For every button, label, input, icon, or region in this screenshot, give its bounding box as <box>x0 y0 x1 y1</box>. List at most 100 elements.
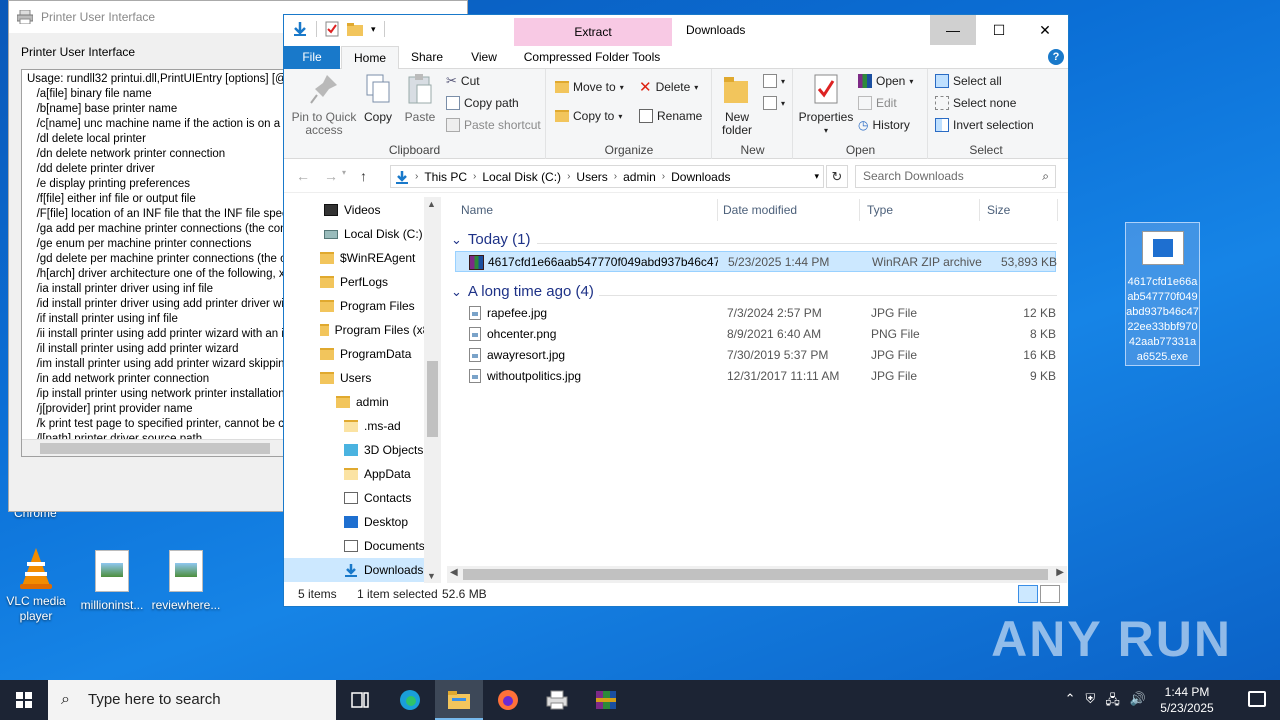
tab-view[interactable]: View <box>456 46 512 69</box>
tab-share[interactable]: Share <box>402 46 452 69</box>
downloads-arrow-icon[interactable] <box>292 21 308 37</box>
new-folder-icon[interactable] <box>347 22 363 36</box>
network-icon[interactable]: 🖧 <box>1105 691 1120 713</box>
back-arrow-icon[interactable]: ← <box>296 168 310 184</box>
column-header-size[interactable]: Size <box>987 197 1010 223</box>
file-row[interactable]: awayresort.jpg 7/30/2019 5:37 PM JPG File 1… <box>455 345 1056 366</box>
close-button[interactable]: ✕ <box>1022 15 1068 45</box>
scroll-left-icon[interactable]: ◀ <box>450 567 458 578</box>
breadcrumb-downloads[interactable]: Downloads <box>671 170 730 184</box>
nav-item[interactable]: Users <box>284 366 440 390</box>
address-bar[interactable]: › This PC › Local Disk (C:) › Users › admin… <box>390 165 824 188</box>
tab-compressed-folder-tools[interactable]: Compressed Folder Tools <box>516 46 668 69</box>
notification-center-icon[interactable] <box>1248 691 1266 707</box>
nav-item[interactable]: admin <box>284 390 440 414</box>
select-none-button[interactable]: Select none <box>935 93 1016 113</box>
breadcrumb-this-pc[interactable]: This PC <box>424 170 467 184</box>
paste-shortcut-button[interactable]: Paste shortcut <box>446 115 541 135</box>
desktop-icon-vlc[interactable]: VLC media player <box>0 546 72 624</box>
file-row[interactable]: 4617cfd1e66aab547770f049abd937b46c4722ee… <box>455 251 1057 272</box>
nav-item[interactable]: AppData <box>284 462 440 486</box>
select-all-button[interactable]: Select all <box>935 71 1002 91</box>
nav-item[interactable]: Contacts <box>284 486 440 510</box>
firefox-taskbar-button[interactable] <box>484 680 532 720</box>
rename-button[interactable]: Rename <box>639 106 702 126</box>
column-header-name[interactable]: Name <box>461 197 493 223</box>
horizontal-scrollbar[interactable] <box>22 439 320 456</box>
show-hidden-icons-icon[interactable]: ⌃ <box>1065 691 1076 713</box>
pin-quick-access-button[interactable]: Pin to Quick access <box>288 73 360 137</box>
desktop-icon-reviewhere[interactable]: reviewhere... <box>150 550 222 613</box>
nav-item[interactable]: Downloads <box>284 558 440 582</box>
winrar-taskbar-button[interactable] <box>582 680 630 720</box>
breadcrumb-users[interactable]: Users <box>576 170 607 184</box>
content-horizontal-scrollbar[interactable]: ◀ ▶ <box>447 566 1067 583</box>
minimize-button[interactable]: — <box>930 15 976 45</box>
nav-item[interactable]: Program Files <box>284 294 440 318</box>
new-item-button[interactable]: ▾ <box>763 71 785 91</box>
forward-arrow-icon[interactable]: → <box>324 168 338 184</box>
nav-item[interactable]: ProgramData <box>284 342 440 366</box>
clock[interactable]: 1:44 PM 5/23/2025 <box>1152 684 1222 716</box>
properties-icon[interactable] <box>325 21 339 37</box>
history-button[interactable]: ◷ History <box>858 115 910 135</box>
collapse-chevron-icon[interactable]: ⌄ <box>451 232 462 248</box>
nav-item[interactable]: Program Files (x86) <box>284 318 440 342</box>
up-arrow-icon[interactable]: ↑ <box>360 168 367 184</box>
taskbar-search-input[interactable]: ⌕ Type here to search <box>48 680 336 720</box>
delete-button[interactable]: ✕ Delete ▾ <box>639 77 698 97</box>
new-folder-button[interactable]: New folder <box>717 73 757 137</box>
help-icon[interactable]: ? <box>1048 49 1064 65</box>
copy-to-button[interactable]: Copy to ▾ <box>555 106 622 126</box>
properties-button[interactable]: Properties ▾ <box>798 73 854 137</box>
recent-locations-icon[interactable]: ▾ <box>342 168 346 184</box>
breadcrumb-local-disk[interactable]: Local Disk (C:) <box>482 170 561 184</box>
invert-selection-button[interactable]: Invert selection <box>935 115 1034 135</box>
nav-item[interactable]: .ms-ad <box>284 414 440 438</box>
file-row[interactable]: ohcenter.png 8/9/2021 6:40 AM PNG File 8 KB <box>455 324 1056 345</box>
column-header-date[interactable]: Date modified <box>723 197 797 223</box>
file-explorer-taskbar-button[interactable] <box>435 680 483 720</box>
file-row[interactable]: rapefee.jpg 7/3/2024 2:57 PM JPG File 12 KB <box>455 303 1056 324</box>
nav-vertical-scrollbar[interactable]: ▲ ▼ <box>424 197 441 583</box>
details-view-icon[interactable] <box>1018 585 1038 603</box>
usage-textbox[interactable]: Usage: rundll32 printui.dll,PrintUIEntry… <box>21 69 321 457</box>
group-header[interactable]: ⌄ A long time ago (4) <box>451 283 594 300</box>
defender-icon[interactable]: ⛨ <box>1086 691 1096 713</box>
desktop-icon-millioninst[interactable]: millioninst... <box>76 550 148 613</box>
maximize-button[interactable]: ☐ <box>976 15 1022 45</box>
nav-item[interactable]: Documents <box>284 534 440 558</box>
open-button[interactable]: Open ▾ <box>858 71 913 91</box>
scroll-down-icon[interactable]: ▼ <box>427 571 436 581</box>
scrollbar-thumb[interactable] <box>427 361 438 437</box>
cut-button[interactable]: ✂ Cut <box>446 71 480 91</box>
move-to-button[interactable]: Move to ▾ <box>555 77 624 97</box>
desktop-icon-selected-exe[interactable]: 4617cfd1e66aab547770f049abd937b46c4722ee… <box>1125 222 1200 366</box>
printer-taskbar-button[interactable] <box>533 680 581 720</box>
address-dropdown-icon[interactable]: ▾ <box>814 171 819 182</box>
nav-item[interactable]: Videos <box>284 198 440 222</box>
customize-qat-icon[interactable]: ▾ <box>371 24 376 35</box>
edge-taskbar-button[interactable] <box>386 680 434 720</box>
column-header-type[interactable]: Type <box>867 197 893 223</box>
nav-item[interactable]: $WinREAgent <box>284 246 440 270</box>
scrollbar-thumb[interactable] <box>463 569 1048 580</box>
nav-item[interactable]: Desktop <box>284 510 440 534</box>
edit-button[interactable]: Edit <box>858 93 897 113</box>
file-row[interactable]: withoutpolitics.jpg 12/31/2017 11:11 AM JP… <box>455 366 1056 387</box>
volume-icon[interactable]: 🔊 <box>1130 691 1146 713</box>
group-header[interactable]: ⌄ Today (1) <box>451 231 530 248</box>
tab-file[interactable]: File <box>284 46 340 69</box>
scroll-up-icon[interactable]: ▲ <box>427 199 436 209</box>
nav-item[interactable]: 3D Objects <box>284 438 440 462</box>
large-icons-view-icon[interactable] <box>1040 585 1060 603</box>
collapse-chevron-icon[interactable]: ⌄ <box>451 284 462 300</box>
nav-item[interactable]: Local Disk (C:) <box>284 222 440 246</box>
copy-path-button[interactable]: Copy path <box>446 93 519 113</box>
refresh-icon[interactable]: ↻ <box>826 165 848 188</box>
paste-button[interactable]: Paste <box>400 73 440 124</box>
explorer-titlebar[interactable]: ▾ Extract Downloads — ☐ ✕ <box>284 15 1068 46</box>
task-view-button[interactable] <box>336 680 384 720</box>
start-button[interactable] <box>0 680 48 720</box>
tab-home[interactable]: Home <box>341 46 399 69</box>
